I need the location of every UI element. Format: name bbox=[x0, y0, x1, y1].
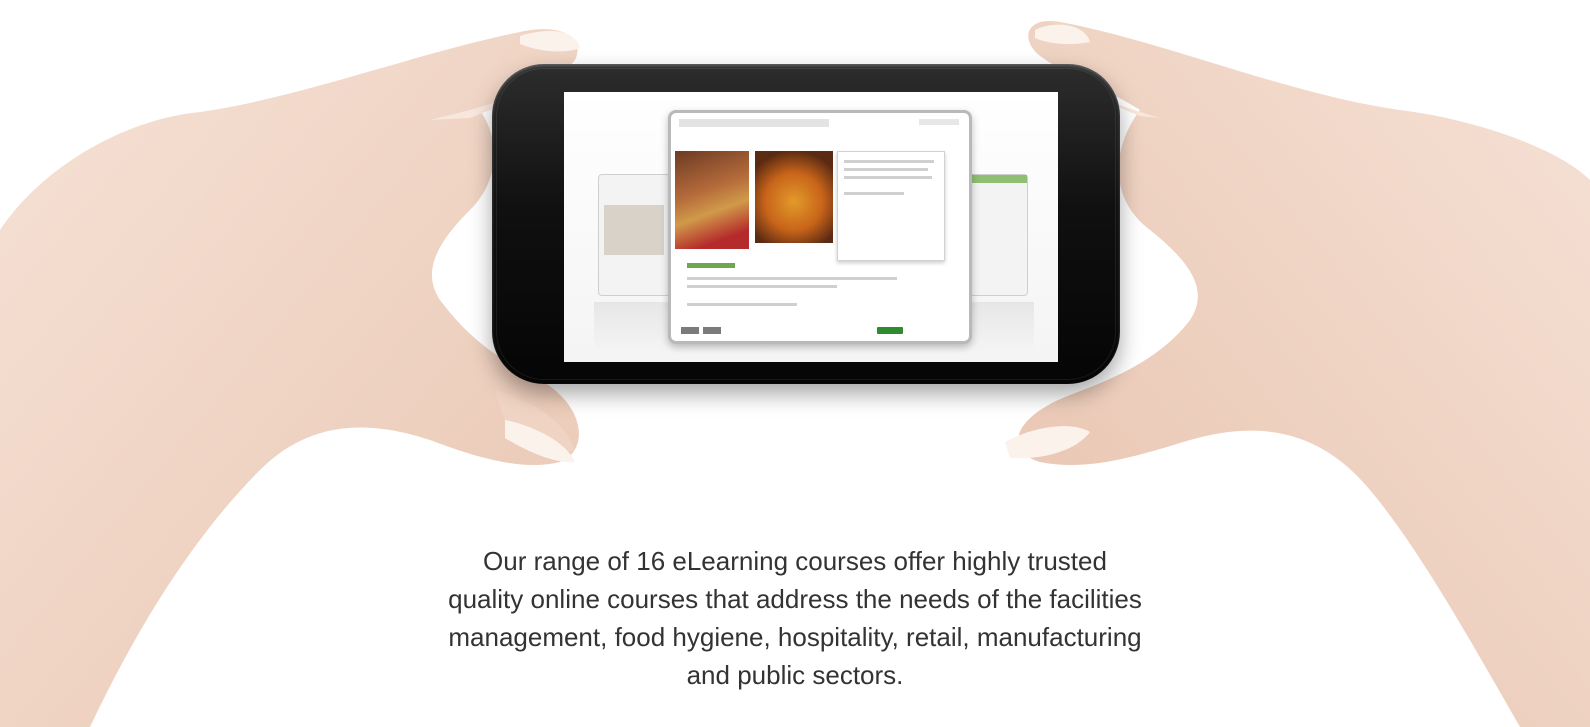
course-back-button bbox=[681, 327, 699, 334]
elearning-course-window bbox=[668, 110, 972, 344]
hero-image: Our range of 16 eLearning courses offer … bbox=[0, 0, 1590, 727]
course-intro-caption: Our range of 16 eLearning courses offer … bbox=[380, 542, 1210, 694]
course-popup-panel bbox=[837, 151, 945, 261]
course-preview-card-left bbox=[598, 174, 670, 296]
preview-thumbnail bbox=[604, 205, 664, 255]
caption-line: management, food hygiene, hospitality, r… bbox=[448, 622, 1142, 652]
course-window-header bbox=[679, 119, 829, 127]
phone-screen bbox=[564, 92, 1058, 362]
caption-line: Our range of 16 eLearning courses offer … bbox=[483, 546, 1107, 576]
course-window-controls bbox=[919, 119, 959, 125]
course-next-button bbox=[877, 327, 903, 334]
caption-line: and public sectors. bbox=[686, 660, 904, 690]
smartphone bbox=[492, 64, 1120, 384]
course-section-title bbox=[687, 263, 735, 268]
caption-line: quality online courses that address the … bbox=[448, 584, 1142, 614]
course-photo-jam-jar bbox=[755, 151, 833, 243]
course-menu-button bbox=[703, 327, 721, 334]
course-photo-shop-shelf bbox=[675, 151, 749, 249]
